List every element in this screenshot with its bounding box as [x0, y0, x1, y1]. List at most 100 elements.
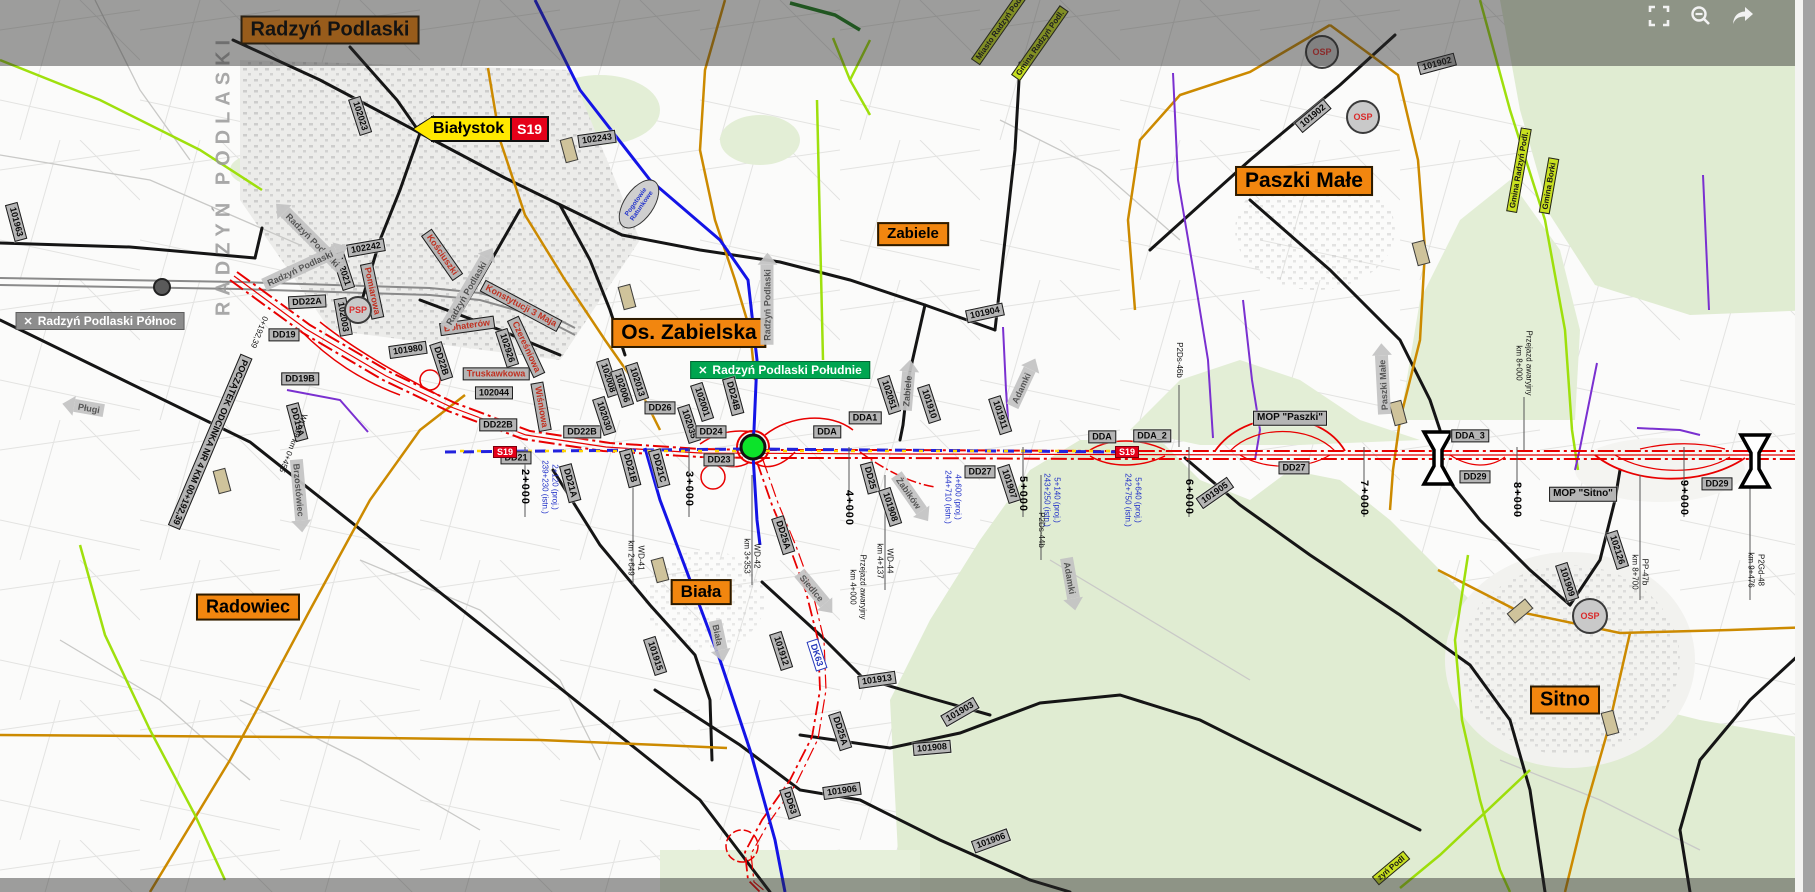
map-kmpost: 8+000 — [1511, 482, 1523, 518]
culvert-box — [213, 468, 232, 495]
map-ann: Przejazd awaryjny km 4+000 — [848, 555, 867, 620]
map-marker: 101910 — [917, 384, 941, 424]
direction-arrow: Pługi — [73, 399, 105, 417]
label-text: WD-44 km 4+137 — [876, 543, 895, 578]
interchange-icon: ✕ — [698, 364, 707, 377]
direction-sign-route: S19 — [512, 116, 549, 142]
label-text: 101903 — [944, 700, 975, 724]
map-marker: 101913 — [857, 671, 897, 689]
label-text: 101963 — [8, 206, 25, 238]
map-ann: WD-44 km 4+137 — [875, 543, 894, 578]
fire-station-circle: OSP — [1346, 100, 1380, 134]
map-street: Kościuszki — [421, 229, 463, 282]
label-text: DD24B — [725, 380, 742, 411]
culvert-box — [1412, 240, 1431, 267]
map-marker: DD21B — [619, 448, 642, 488]
left-arrow-icon-inner — [414, 118, 431, 140]
map-marker: DD63 — [779, 786, 801, 820]
zoom-out-button[interactable] — [1687, 2, 1715, 30]
map-ann: PP-47b km 8+700 — [1630, 554, 1649, 589]
ambulance-station-label: Pogotowie Ratunkowe — [611, 172, 668, 235]
map-kmpost: 6+000 — [1183, 479, 1195, 515]
arrow-text: Brzostówiec — [292, 463, 307, 517]
share-button[interactable] — [1729, 2, 1757, 30]
label-text: 101908 — [917, 741, 948, 754]
map-marker: DD24B — [722, 376, 745, 416]
arrow-text: Adamki — [1062, 561, 1077, 595]
map-kmpost: 5+000 — [1017, 476, 1029, 512]
map-marker: 102051 — [877, 375, 901, 415]
map-sheet-name: RADZYŃ PODLASKI — [213, 34, 236, 316]
label-text: PSP — [349, 305, 367, 315]
top-overlay-band — [0, 0, 1803, 66]
culvert-box — [1601, 710, 1620, 737]
label-text: DDA — [1092, 431, 1112, 441]
map-gmina: Gmina Radzyń Podl. — [1506, 127, 1532, 213]
map-marker: 101906 — [822, 782, 862, 800]
label-text: 5+000 — [1017, 476, 1029, 512]
culvert-box — [560, 137, 579, 164]
label-text: OSP — [1353, 112, 1372, 122]
map-marker: 101908 — [912, 740, 951, 757]
route-marker-dk63: DK63 — [807, 638, 828, 671]
label-text: MOP "Paszki" — [1257, 412, 1323, 423]
map-marker: DD23 — [703, 453, 734, 466]
label-text: 5+140 (proj.) 243+250 (istn.) — [1043, 473, 1062, 527]
map-marker: DDA — [1088, 430, 1116, 443]
label-text: DD26 — [648, 402, 671, 412]
label-text: Czereśniowa — [510, 320, 542, 374]
map-marker: 101980 — [388, 341, 428, 359]
map-marker: 101915 — [643, 636, 667, 676]
arrow-text: Biała — [711, 623, 725, 646]
label-text: DD25A — [831, 715, 850, 746]
map-marker: DDA_3 — [1451, 429, 1489, 442]
map-ann: P2Ds-46b — [1174, 342, 1184, 378]
label-text: DDA — [817, 426, 837, 436]
map-marker: 101903 — [940, 697, 980, 727]
arrow-text: Pługi — [77, 401, 100, 415]
map-ann: P2Gd-48 km 9+476 — [1746, 552, 1765, 587]
label-text: 5+640 (proj.) 242+750 (istn.) — [1124, 473, 1143, 527]
label-text: 8+000 — [1511, 482, 1523, 518]
arrow-text: Żabików — [895, 475, 924, 510]
map-marker: DD22B — [429, 341, 453, 381]
map-gmina: Gmina Borki — [1539, 158, 1559, 215]
map-marker: 101908 — [878, 487, 902, 527]
map-kmpost: 2+000 — [519, 469, 531, 505]
label-text: 101906 — [826, 783, 857, 797]
map-ann: WD-42 km 3+353 — [742, 538, 761, 573]
label-text: DD21A — [562, 467, 579, 498]
direction-arrow: Paszki Małe — [1375, 355, 1391, 414]
label-text: 101910 — [920, 388, 939, 420]
map-marker: MOP "Sitno" — [1549, 487, 1617, 502]
label-text: S19 — [497, 447, 513, 457]
map-marker: 101906 — [971, 828, 1011, 853]
map-annblue: 5+640 (proj.) 242+750 (istn.) — [1123, 473, 1142, 527]
map-annblue: 5+140 (proj.) 243+250 (istn.) — [1042, 473, 1061, 527]
town-label-paszki-male: Paszki Małe — [1235, 166, 1373, 196]
viewer-gutter[interactable] — [1803, 0, 1815, 892]
map-marker: 101902 — [1294, 99, 1332, 134]
label-text: 101915 — [646, 640, 665, 672]
bottom-overlay-band — [0, 878, 1803, 892]
label-text: Biała — [681, 582, 722, 601]
map-marker: DD19 — [268, 328, 299, 341]
fullscreen-button[interactable] — [1645, 2, 1673, 30]
map-marker: 101904 — [965, 303, 1005, 324]
label-text: 101902 — [1298, 102, 1327, 129]
label-text: 101905 — [1199, 480, 1229, 505]
arrow-text: Zabiele — [901, 375, 914, 407]
section-start-label: POCZĄTEK ODCINKA NR 4 KM 00+192,39 — [167, 354, 252, 531]
label-text: 4+600 (proj.) 244+710 (istn.) — [944, 470, 963, 524]
map-marker: DD29 — [1459, 470, 1490, 483]
map-marker: 102044 — [475, 386, 513, 399]
label-text: 102243 — [581, 131, 612, 145]
label-text: Pogotowie Ratunkowe — [623, 186, 655, 223]
map-marker: 102242 — [346, 238, 386, 258]
label-text: DD63 — [782, 790, 799, 815]
label-text: Truskawkowa — [467, 368, 526, 378]
map-marker: DD25A — [771, 515, 795, 555]
map-kmpost: 3+000 — [683, 471, 695, 507]
label-text: WD-42 km 3+353 — [743, 538, 762, 573]
direction-arrow: Zabiele — [899, 371, 915, 411]
